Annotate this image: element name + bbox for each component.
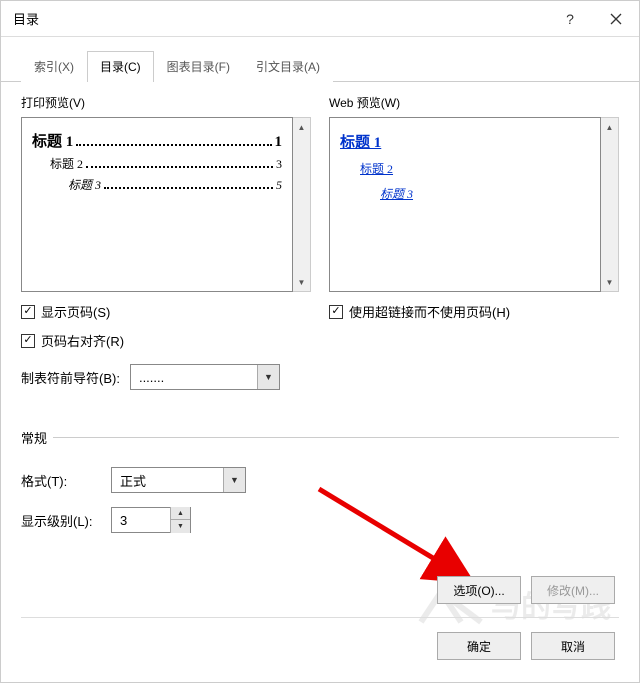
show-levels-label: 显示级别(L): [21,511,101,530]
print-preview-box: 标题 1 1 标题 2 3 标题 3 5 [21,117,293,292]
combo-value: 正式 [112,471,223,490]
format-combo[interactable]: 正式 ▼ [111,467,246,493]
chevron-down-icon: ▼ [223,468,245,492]
web-toc-link[interactable]: 标题 2 [360,160,393,177]
modify-button[interactable]: 修改(M)... [531,576,615,604]
tab-leader-row: 制表符前导符(B): ....... ▼ [21,364,311,390]
chevron-down-icon: ▼ [257,365,279,389]
tab-authorities[interactable]: 引文目录(A) [243,51,333,82]
right-align-checkbox[interactable]: ✓ 页码右对齐(R) [21,331,311,350]
scroll-down-icon[interactable]: ▼ [293,273,310,291]
format-label: 格式(T): [21,471,101,490]
checkbox-label: 页码右对齐(R) [41,331,124,350]
spinner-up-icon[interactable]: ▲ [170,507,190,520]
web-toc-link[interactable]: 标题 1 [340,131,381,152]
print-preview-column: 打印预览(V) 标题 1 1 标题 2 3 [21,94,311,390]
tab-leader-label: 制表符前导符(B): [21,368,120,387]
tab-figures[interactable]: 图表目录(F) [154,51,243,82]
scroll-down-icon[interactable]: ▼ [601,273,618,291]
options-button[interactable]: 选项(O)... [437,576,521,604]
bottom-buttons: 确定 取消 [437,632,615,660]
mid-buttons: 选项(O)... 修改(M)... [437,576,615,604]
tabs: 索引(X) 目录(C) 图表目录(F) 引文目录(A) [21,51,639,82]
format-row: 格式(T): 正式 ▼ [21,467,619,493]
web-preview-column: Web 预览(W) 标题 1 标题 2 标题 3 ▲ ▼ ✓ 使用超链接而不使用… [329,94,619,390]
tab-toc[interactable]: 目录(C) [87,51,154,82]
dialog-title: 目录 [13,9,547,28]
checkbox-icon: ✓ [329,305,343,319]
divider [21,617,619,618]
checkbox-icon: ✓ [21,305,35,319]
scroll-up-icon[interactable]: ▲ [293,118,310,136]
web-preview-label: Web 预览(W) [329,94,619,111]
scroll-up-icon[interactable]: ▲ [601,118,618,136]
print-preview-label: 打印预览(V) [21,94,311,111]
toc-row: 标题 2 3 [32,155,282,172]
close-button[interactable] [593,1,639,37]
checkbox-icon: ✓ [21,334,35,348]
combo-value: ....... [131,370,257,385]
toc-row: 标题 3 5 [32,176,282,193]
checkbox-label: 使用超链接而不使用页码(H) [349,302,510,321]
preview-scrollbar[interactable]: ▲ ▼ [601,117,619,292]
dialog-content: 打印预览(V) 标题 1 1 标题 2 3 [1,82,639,533]
tab-index[interactable]: 索引(X) [21,51,87,82]
general-section-label: 常规 [21,428,619,449]
web-preview-box: 标题 1 标题 2 标题 3 [329,117,601,292]
show-levels-spinner[interactable]: 3 ▲ ▼ [111,507,191,533]
toc-row: 标题 1 1 [32,130,282,151]
help-button[interactable]: ? [547,1,593,37]
close-icon [610,13,622,25]
spinner-value: 3 [112,513,170,528]
ok-button[interactable]: 确定 [437,632,521,660]
checkbox-label: 显示页码(S) [41,302,110,321]
tab-leader-combo[interactable]: ....... ▼ [130,364,280,390]
use-hyperlinks-checkbox[interactable]: ✓ 使用超链接而不使用页码(H) [329,302,619,321]
spinner-down-icon[interactable]: ▼ [170,520,190,533]
show-page-numbers-checkbox[interactable]: ✓ 显示页码(S) [21,302,311,321]
preview-scrollbar[interactable]: ▲ ▼ [293,117,311,292]
cancel-button[interactable]: 取消 [531,632,615,660]
web-toc-link[interactable]: 标题 3 [380,185,413,202]
show-levels-row: 显示级别(L): 3 ▲ ▼ [21,507,619,533]
titlebar: 目录 ? [1,1,639,37]
toc-dialog: 目录 ? 索引(X) 目录(C) 图表目录(F) 引文目录(A) 打印预览(V)… [0,0,640,683]
